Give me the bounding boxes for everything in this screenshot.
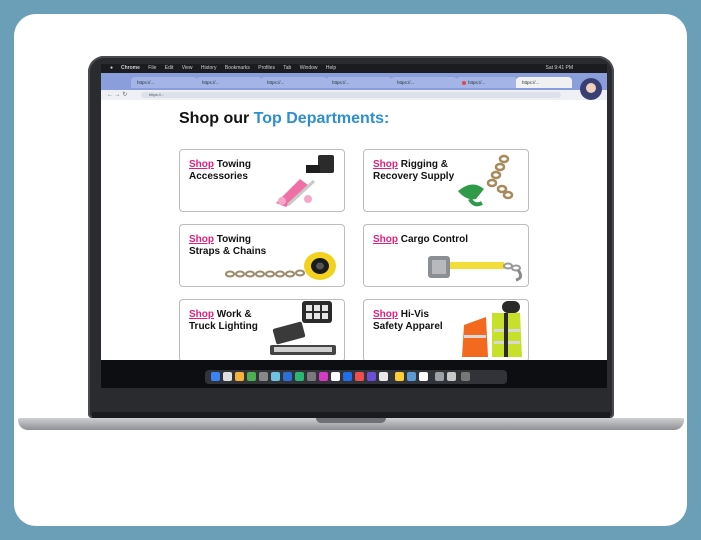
heading-prefix: Shop our bbox=[179, 110, 250, 127]
dock-app-icon[interactable] bbox=[407, 372, 416, 381]
dock-app-icon[interactable] bbox=[307, 372, 316, 381]
dept-label: Shop Hi-Vis Safety Apparel bbox=[373, 309, 461, 333]
browser-tab-bar: https://... https://... https://... http… bbox=[101, 73, 607, 90]
laptop-screen: ● Chrome File Edit View History Bookmark… bbox=[101, 64, 607, 388]
heading-highlight: Top Departments: bbox=[253, 110, 390, 127]
trash-icon[interactable] bbox=[461, 372, 470, 381]
mac-menu-bar: ● Chrome File Edit View History Bookmark… bbox=[101, 64, 607, 73]
dock-app-icon[interactable] bbox=[367, 372, 376, 381]
tab-title: https://... bbox=[202, 80, 220, 85]
menu-file[interactable]: File bbox=[148, 65, 156, 71]
dock-app-icon[interactable] bbox=[331, 372, 340, 381]
shop-link[interactable]: Shop bbox=[189, 159, 214, 170]
chain-hook-icon bbox=[458, 154, 514, 207]
tab-title: https://... bbox=[468, 80, 486, 85]
work-light-icon bbox=[270, 301, 336, 355]
back-icon[interactable]: ← bbox=[107, 92, 113, 98]
laptop-notch bbox=[316, 418, 386, 423]
reload-icon[interactable]: ↻ bbox=[122, 92, 127, 98]
dock-app-icon[interactable] bbox=[419, 372, 428, 381]
dept-label: Shop Cargo Control bbox=[373, 234, 523, 246]
url-field[interactable]: https://... bbox=[141, 92, 561, 98]
shop-link[interactable]: Shop bbox=[373, 159, 398, 170]
menu-app-name[interactable]: Chrome bbox=[121, 65, 140, 71]
shop-link[interactable]: Shop bbox=[189, 309, 214, 320]
dept-card-towing-accessories[interactable]: Shop Towing Accessories bbox=[179, 149, 345, 212]
tab-title: https://... bbox=[267, 80, 285, 85]
address-bar: ← → ↻ https://... bbox=[101, 78, 607, 100]
dept-label: Shop Work & Truck Lighting bbox=[189, 309, 277, 333]
shop-link[interactable]: Shop bbox=[373, 309, 398, 320]
dept-card-towing-straps-chains[interactable]: Shop Towing Straps & Chains bbox=[179, 224, 345, 287]
tab-title: https://... bbox=[522, 80, 540, 85]
menu-profiles[interactable]: Profiles bbox=[258, 65, 275, 71]
dept-name: Cargo Control bbox=[398, 234, 468, 245]
dock-app-icon[interactable] bbox=[435, 372, 444, 381]
menu-edit[interactable]: Edit bbox=[165, 65, 174, 71]
safety-vest-icon bbox=[462, 301, 522, 357]
browser-tab[interactable]: https://... bbox=[261, 77, 327, 88]
menu-clock[interactable]: Sat 9:41 PM bbox=[545, 64, 573, 73]
dock-app-icon[interactable] bbox=[247, 372, 256, 381]
menu-tab[interactable]: Tab bbox=[283, 65, 291, 71]
dock-app-icon[interactable] bbox=[395, 372, 404, 381]
browser-tab[interactable]: https://... bbox=[326, 77, 392, 88]
dock-app-icon[interactable] bbox=[283, 372, 292, 381]
dock-app-icon[interactable] bbox=[319, 372, 328, 381]
dock-app-icon[interactable] bbox=[235, 372, 244, 381]
profile-avatar[interactable] bbox=[580, 78, 602, 100]
dock-app-icon[interactable] bbox=[447, 372, 456, 381]
favicon-icon bbox=[462, 80, 466, 85]
dept-card-cargo-control[interactable]: Shop Cargo Control bbox=[363, 224, 529, 287]
apple-icon[interactable]: ● bbox=[110, 64, 113, 73]
dock-app-icon[interactable] bbox=[295, 372, 304, 381]
dept-card-rigging-recovery[interactable]: Shop Rigging & Recovery Supply bbox=[363, 149, 529, 212]
tow-dolly-icon bbox=[276, 155, 334, 207]
menu-history[interactable]: History bbox=[201, 65, 217, 71]
browser-tab[interactable]: https://... bbox=[131, 77, 197, 88]
shop-link[interactable]: Shop bbox=[189, 234, 214, 245]
browser-tab-active[interactable]: https://... bbox=[516, 77, 572, 88]
dock-app-icon[interactable] bbox=[355, 372, 364, 381]
tab-title: https://... bbox=[397, 80, 415, 85]
dept-card-work-truck-lighting[interactable]: Shop Work & Truck Lighting bbox=[179, 299, 345, 360]
dept-card-hi-vis-safety-apparel[interactable]: Shop Hi-Vis Safety Apparel bbox=[363, 299, 529, 360]
browser-tab[interactable]: https://... bbox=[391, 77, 457, 88]
dept-label: Shop Rigging & Recovery Supply bbox=[373, 159, 461, 183]
dock-app-icon[interactable] bbox=[259, 372, 268, 381]
menu-help[interactable]: Help bbox=[326, 65, 336, 71]
dock-app-icon[interactable] bbox=[223, 372, 232, 381]
dock-app-icon[interactable] bbox=[211, 372, 220, 381]
shop-link[interactable]: Shop bbox=[373, 234, 398, 245]
page-heading: Shop our Top Departments: bbox=[179, 110, 389, 128]
web-page: Shop our Top Departments: Shop Towing Ac… bbox=[101, 100, 607, 360]
menu-items: Chrome File Edit View History Bookmarks … bbox=[121, 64, 343, 73]
tab-title: https://... bbox=[137, 80, 155, 85]
ratchet-strap-icon bbox=[428, 256, 523, 282]
avatar-face-icon bbox=[586, 83, 596, 93]
dock-app-icon[interactable] bbox=[343, 372, 352, 381]
menu-window[interactable]: Window bbox=[300, 65, 318, 71]
dock-app-icon[interactable] bbox=[271, 372, 280, 381]
mac-dock bbox=[205, 370, 507, 384]
menu-bookmarks[interactable]: Bookmarks bbox=[225, 65, 250, 71]
menu-view[interactable]: View bbox=[182, 65, 193, 71]
browser-tab[interactable]: https://... bbox=[456, 77, 517, 88]
forward-icon[interactable]: → bbox=[115, 92, 121, 98]
strap-roll-icon bbox=[225, 252, 336, 280]
browser-tab[interactable]: https://... bbox=[196, 77, 262, 88]
nav-buttons: ← → ↻ bbox=[107, 91, 127, 99]
tab-title: https://... bbox=[332, 80, 350, 85]
dock-app-icon[interactable] bbox=[379, 372, 388, 381]
dept-label: Shop Towing Accessories bbox=[189, 159, 277, 183]
